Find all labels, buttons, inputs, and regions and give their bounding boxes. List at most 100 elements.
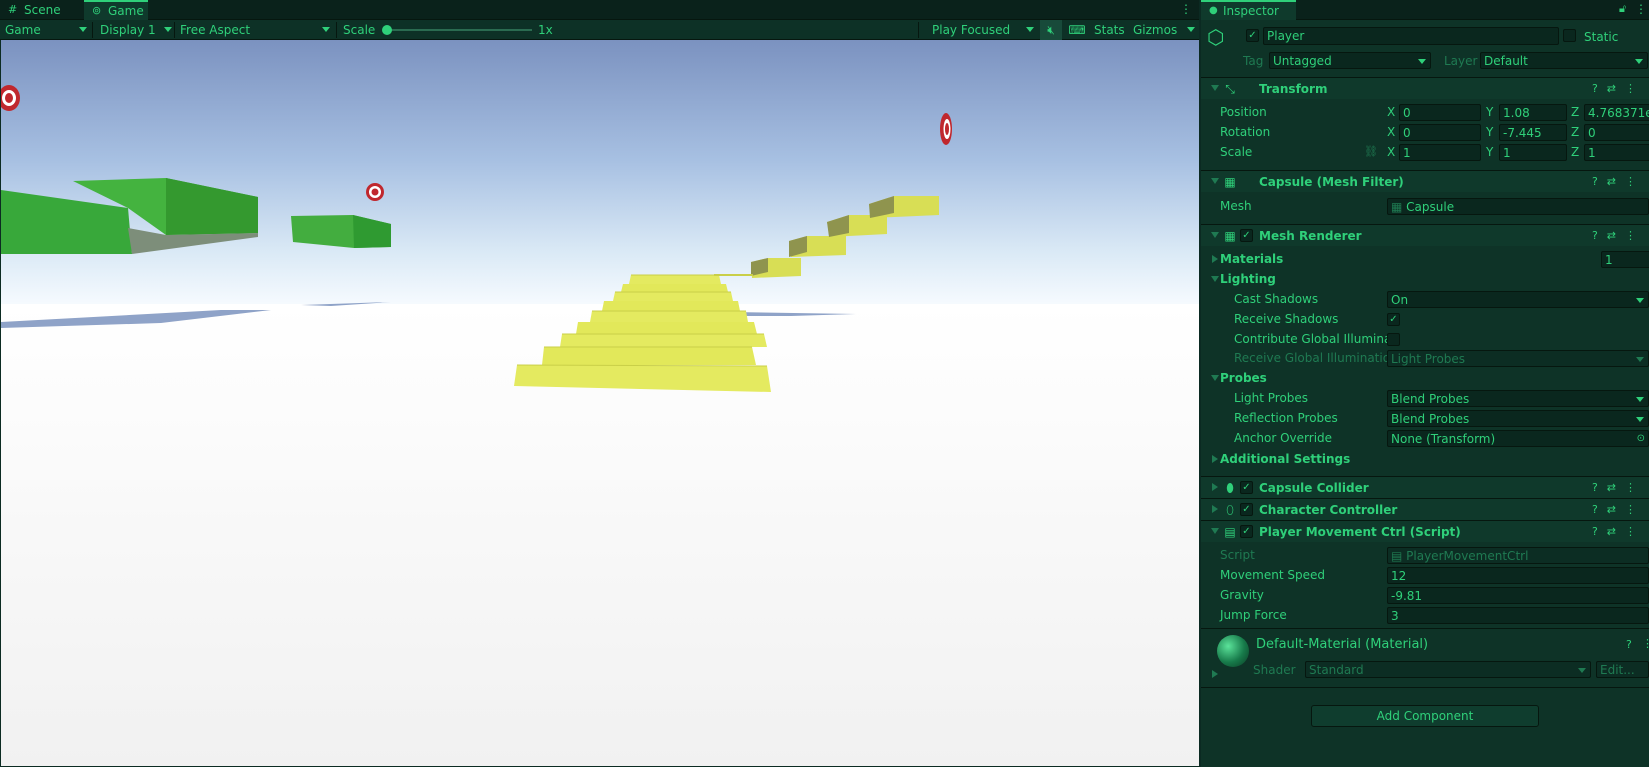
receive-shadows-checkbox[interactable]: ✓ xyxy=(1387,313,1400,326)
component-header-icons[interactable]: ?⇄⋮ xyxy=(1592,171,1645,193)
cast-shadows-dropdown[interactable]: On xyxy=(1387,291,1649,308)
additional-settings-foldout[interactable]: Additional Settings xyxy=(1201,449,1649,469)
material-preview-sphere xyxy=(1217,635,1249,667)
display-select-dropdown[interactable]: Display 1 xyxy=(100,20,172,40)
movement-speed-label: Movement Speed xyxy=(1220,568,1325,582)
component-header-icons[interactable]: ?⇄⋮ xyxy=(1592,78,1645,100)
player-movement-component-header[interactable]: ▤ ✓ Player Movement Ctrl (Script) ?⇄⋮ xyxy=(1201,520,1649,542)
chevron-down-icon xyxy=(322,27,330,32)
probes-foldout[interactable]: Probes xyxy=(1201,368,1649,388)
movement-speed-field[interactable]: 12 xyxy=(1387,567,1649,584)
rotation-x-field[interactable]: 0 xyxy=(1399,124,1481,141)
object-picker-icon[interactable]: ⊙ xyxy=(1637,431,1645,446)
inspector-tabbar: ● Inspector 🔓︎ ⋮ xyxy=(1201,0,1649,20)
chevron-down-icon xyxy=(1418,59,1426,64)
foldout-collapsed-icon xyxy=(1212,455,1218,463)
mesh-renderer-enabled-checkbox[interactable]: ✓ xyxy=(1240,229,1253,242)
component-header-icons[interactable]: ?⇄⋮ xyxy=(1592,225,1645,247)
capsule-collider-component-header[interactable]: ⬮ ✓ Capsule Collider ?⇄⋮ xyxy=(1201,476,1649,498)
tab-inspector[interactable]: ● Inspector xyxy=(1201,0,1296,20)
scale-slider-track[interactable] xyxy=(388,29,532,31)
gravity-field[interactable]: -9.81 xyxy=(1387,587,1649,604)
script-object-field: ▤ PlayerMovementCtrl xyxy=(1387,547,1649,564)
stats-button[interactable]: Stats xyxy=(1094,20,1125,40)
play-mode-value: Play Focused xyxy=(932,23,1011,37)
help-icon[interactable]: ? xyxy=(1626,638,1632,651)
chevron-down-icon xyxy=(164,27,172,32)
foldout-expanded-icon xyxy=(1211,528,1219,534)
lighting-foldout[interactable]: Lighting xyxy=(1201,269,1649,289)
link-icon[interactable]: ⛓︎ xyxy=(1364,142,1378,162)
receive-shadows-label: Receive Shadows xyxy=(1234,312,1339,326)
reflection-probes-dropdown[interactable]: Blend Probes xyxy=(1387,410,1649,427)
position-z-field[interactable]: 4.768371e- xyxy=(1584,104,1649,121)
mesh-renderer-component-header[interactable]: ▦ ✓ Mesh Renderer ?⇄⋮ xyxy=(1201,224,1649,246)
script-value: PlayerMovementCtrl xyxy=(1406,549,1529,563)
lock-icon[interactable]: 🔓︎ xyxy=(1619,2,1626,16)
mute-audio-icon[interactable]: 🔇︎ xyxy=(1040,20,1062,40)
capsule-collider-enabled-checkbox[interactable]: ✓ xyxy=(1240,481,1253,494)
play-mode-dropdown[interactable]: Play Focused xyxy=(932,20,1034,40)
component-header-icons[interactable]: ?⇄⋮ xyxy=(1592,477,1645,499)
rotation-z-field[interactable]: 0 xyxy=(1584,124,1649,141)
position-label: Position xyxy=(1220,105,1267,119)
position-x-field[interactable]: 0 xyxy=(1399,104,1481,121)
gravity-label: Gravity xyxy=(1220,588,1264,602)
game-viewport[interactable] xyxy=(1,40,1199,766)
jump-force-field[interactable]: 3 xyxy=(1387,607,1649,624)
more-options-icon[interactable]: ⋮ xyxy=(1180,2,1192,16)
gizmos-dropdown[interactable]: Gizmos xyxy=(1133,20,1199,40)
script-row: Script ▤ PlayerMovementCtrl xyxy=(1201,545,1649,565)
keyboard-shortcuts-icon[interactable]: ⌨︎ xyxy=(1066,20,1088,40)
layer-dropdown[interactable]: Default xyxy=(1480,52,1648,69)
materials-foldout[interactable]: Materials 1 xyxy=(1201,249,1649,269)
shader-dropdown[interactable]: Standard xyxy=(1305,661,1591,678)
more-options-icon[interactable]: ⋮ xyxy=(1635,2,1647,16)
view-select-dropdown[interactable]: Game xyxy=(5,20,88,40)
transform-component-header[interactable]: ⤡ Transform ?⇄⋮ xyxy=(1201,77,1649,99)
scale-slider-handle[interactable] xyxy=(382,25,392,35)
character-controller-component-header[interactable]: ⬯ ✓ Character Controller ?⇄⋮ xyxy=(1201,498,1649,520)
shader-edit-button[interactable]: Edit... xyxy=(1596,661,1649,678)
additional-settings-label: Additional Settings xyxy=(1220,452,1351,466)
object-name-field[interactable]: Player xyxy=(1263,27,1559,45)
scale-y-field[interactable]: 1 xyxy=(1499,144,1567,161)
contribute-gi-label: Contribute Global Illuminat xyxy=(1234,332,1397,346)
player-movement-enabled-checkbox[interactable]: ✓ xyxy=(1240,525,1253,538)
character-controller-enabled-checkbox[interactable]: ✓ xyxy=(1240,503,1253,516)
target-bullseye xyxy=(940,113,952,145)
character-controller-icon: ⬯ xyxy=(1226,503,1234,517)
component-header-icons[interactable]: ?⇄⋮ xyxy=(1592,521,1645,543)
cast-shadows-row: Cast Shadows On xyxy=(1201,289,1649,309)
cube-icon[interactable]: ⬡ xyxy=(1207,27,1224,47)
reflection-probes-row: Reflection Probes Blend Probes xyxy=(1201,408,1649,428)
toolbar-divider xyxy=(336,22,337,38)
z-axis-label: Z xyxy=(1571,125,1580,139)
aspect-select-dropdown[interactable]: Free Aspect xyxy=(180,20,332,40)
anchor-override-field[interactable]: None (Transform) ⊙ xyxy=(1387,430,1649,447)
mesh-filter-component-header[interactable]: ▦ Capsule (Mesh Filter) ?⇄⋮ xyxy=(1201,170,1649,192)
anchor-override-value: None (Transform) xyxy=(1391,432,1496,446)
add-component-button[interactable]: Add Component xyxy=(1311,705,1539,727)
scale-x-field[interactable]: 1 xyxy=(1399,144,1481,161)
component-header-icons[interactable]: ?⇄⋮ xyxy=(1592,499,1645,521)
mesh-object-field[interactable]: ▦ Capsule xyxy=(1387,198,1649,215)
rotation-y-field[interactable]: -7.445 xyxy=(1499,124,1567,141)
tab-game[interactable]: ⊚ Game xyxy=(84,0,148,20)
movement-speed-row: Movement Speed 12 xyxy=(1201,565,1649,585)
static-checkbox[interactable] xyxy=(1563,29,1576,42)
x-axis-label: X xyxy=(1387,125,1396,139)
more-options-icon[interactable]: ⋮ xyxy=(1642,637,1649,650)
aspect-select-value: Free Aspect xyxy=(180,23,251,37)
mesh-grid-icon: ▦ xyxy=(1224,175,1236,189)
materials-count-field[interactable]: 1 xyxy=(1601,251,1649,268)
contribute-gi-checkbox[interactable] xyxy=(1387,333,1400,346)
scale-z-field[interactable]: 1 xyxy=(1584,144,1649,161)
tag-dropdown[interactable]: Untagged xyxy=(1269,52,1431,69)
active-checkbox[interactable]: ✓ xyxy=(1246,29,1259,42)
light-probes-dropdown[interactable]: Blend Probes xyxy=(1387,390,1649,407)
position-y-field[interactable]: 1.08 xyxy=(1499,104,1567,121)
script-icon: ▤ xyxy=(1224,525,1236,539)
tab-scene[interactable]: # Scene xyxy=(0,0,82,20)
foldout-collapsed-icon[interactable] xyxy=(1212,670,1218,678)
